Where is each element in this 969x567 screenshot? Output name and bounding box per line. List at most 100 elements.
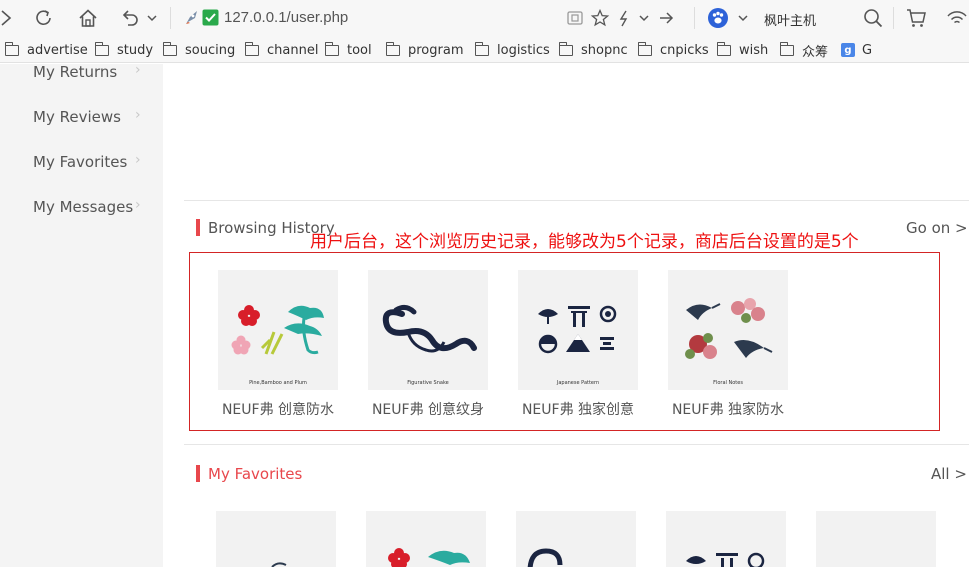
bookmark-g[interactable]: gG — [841, 41, 872, 59]
product-thumbnail[interactable]: Japanese Pattern — [518, 270, 638, 390]
floral-notes-image — [685, 298, 773, 359]
japanese-pattern-image — [686, 552, 765, 567]
chevron-right-icon: › — [135, 152, 141, 168]
address-bar-url[interactable]: 127.0.0.1/user.php — [224, 9, 348, 26]
bookmark-label: wish — [739, 42, 769, 58]
star-icon[interactable] — [588, 6, 612, 30]
history-product-card[interactable]: Japanese Pattern NEUF弗 独家创意 — [518, 270, 638, 419]
favorite-product-thumbnail[interactable] — [216, 511, 336, 567]
home-icon[interactable] — [76, 6, 100, 30]
bookmark-label: advertise — [27, 42, 88, 58]
annotation-note: 用户后台，这个浏览历史记录，能够改为5个记录，商店后台设置的是5个 — [310, 232, 859, 252]
product-name[interactable]: NEUF弗 独家创意 — [518, 399, 638, 419]
toolbar-divider — [170, 7, 171, 29]
chevron-right-icon: › — [135, 197, 141, 213]
thumbnail-caption: Japanese Pattern — [556, 380, 600, 386]
bookmark-soucing[interactable]: soucing — [162, 41, 236, 59]
browsing-history-more-link[interactable]: Go on > — [906, 219, 968, 237]
bookmark-cnpicks[interactable]: cnpicks — [637, 41, 709, 59]
chevron-down-icon[interactable] — [632, 6, 656, 30]
figurative-snake-image — [527, 548, 563, 567]
chevron-down-icon[interactable] — [140, 6, 164, 30]
bookmark-program[interactable]: program — [385, 41, 464, 59]
favorite-product-thumbnail[interactable] — [666, 511, 786, 567]
bookmark-label: shopnc — [581, 42, 628, 58]
bookmark-shopnc[interactable]: shopnc — [558, 41, 628, 59]
google-icon: g — [841, 43, 855, 57]
folder-icon — [637, 41, 652, 56]
thumbnail-caption: Figurative Snake — [407, 380, 449, 386]
sidebar-item-label: My Reviews — [33, 108, 121, 126]
bookmark-study[interactable]: study — [94, 41, 154, 59]
chevron-right-icon: › — [135, 107, 141, 123]
folder-icon — [324, 41, 339, 56]
chevron-right-icon: › — [135, 64, 141, 78]
bookmark-label: program — [408, 42, 464, 58]
section-accent-bar — [196, 465, 200, 482]
folder-icon — [94, 41, 109, 56]
search-engine-input[interactable]: 枫叶主机 — [764, 10, 816, 29]
pine-bamboo-plum-image — [388, 548, 470, 567]
bookmark-wish[interactable]: wish — [716, 41, 769, 59]
cart-icon[interactable] — [904, 6, 928, 30]
sidebar-item-my-favorites[interactable]: My Favorites › — [33, 152, 148, 171]
product-thumbnail[interactable]: Pine,Bamboo and Plum — [218, 270, 338, 390]
reader-mode-icon[interactable] — [563, 6, 587, 30]
bookmark-logistics[interactable]: logistics — [474, 41, 550, 59]
pine-bamboo-plum-image — [231, 305, 324, 355]
user-sidebar: My Returns › My Reviews › My Favorites › My… — [0, 64, 163, 567]
bookmark-label: soucing — [185, 42, 236, 58]
forward-icon[interactable] — [0, 6, 18, 30]
sidebar-item-my-messages[interactable]: My Messages › — [33, 197, 148, 216]
product-name[interactable]: NEUF弗 独家防水 — [668, 399, 788, 419]
folder-icon — [716, 41, 731, 56]
sidebar-item-my-reviews[interactable]: My Reviews › — [33, 107, 148, 126]
thumbnail-caption: Floral Notes — [713, 380, 743, 386]
page-content: My Returns › My Reviews › My Favorites › My… — [0, 64, 969, 567]
bookmark-label: 众筹 — [802, 44, 829, 60]
section-divider — [184, 444, 969, 445]
bookmark-label: channel — [267, 42, 319, 58]
figurative-snake-image — [382, 304, 477, 353]
go-arrow-icon[interactable] — [654, 6, 678, 30]
reload-icon[interactable] — [32, 6, 56, 30]
product-name[interactable]: NEUF弗 创意防水 — [218, 399, 338, 419]
undo-icon[interactable] — [118, 6, 142, 30]
wifi-icon[interactable] — [945, 6, 969, 30]
bookmark-label: G — [862, 42, 873, 58]
favorite-product-thumbnail[interactable] — [516, 511, 636, 567]
folder-icon — [385, 41, 400, 56]
search-icon[interactable] — [861, 6, 885, 30]
favorite-product-thumbnail[interactable] — [816, 511, 936, 567]
history-product-card[interactable]: Pine,Bamboo and Plum NEUF弗 创意防水 — [218, 270, 338, 419]
baidu-paw-icon[interactable] — [706, 6, 730, 30]
thumbnail-caption: Pine,Bamboo and Plum — [249, 380, 307, 386]
product-thumbnail[interactable]: Figurative Snake — [368, 270, 488, 390]
sidebar-item-label: My Returns — [33, 64, 118, 81]
folder-icon — [244, 41, 259, 56]
favorite-product-thumbnail[interactable] — [366, 511, 486, 567]
product-name[interactable]: NEUF弗 创意纹身 — [368, 399, 488, 419]
japanese-pattern-image — [538, 305, 617, 354]
product-thumbnail[interactable]: Floral Notes — [668, 270, 788, 390]
folder-icon — [779, 41, 794, 56]
bookmark-crowdfunding[interactable]: 众筹 — [779, 41, 829, 60]
bookmark-channel[interactable]: channel — [244, 41, 319, 59]
sidebar-item-my-returns[interactable]: My Returns › — [33, 64, 148, 81]
bookmark-label: study — [117, 42, 154, 58]
chevron-down-icon[interactable] — [731, 6, 755, 30]
toolbar-divider — [694, 7, 695, 29]
section-divider — [184, 200, 969, 201]
bookmark-label: cnpicks — [660, 42, 709, 58]
sidebar-item-label: My Messages — [33, 198, 134, 216]
folder-icon — [474, 41, 489, 56]
bookmark-advertise[interactable]: advertise — [4, 41, 88, 59]
sidebar-item-label: My Favorites — [33, 153, 128, 171]
history-product-card[interactable]: Floral Notes NEUF弗 独家防水 — [668, 270, 788, 419]
bird-image — [271, 562, 287, 567]
bookmark-tool[interactable]: tool — [324, 41, 372, 59]
history-product-card[interactable]: Figurative Snake NEUF弗 创意纹身 — [368, 270, 488, 419]
folder-icon — [558, 41, 573, 56]
my-favorites-all-link[interactable]: All > — [931, 465, 967, 483]
toolbar-divider — [893, 7, 894, 29]
